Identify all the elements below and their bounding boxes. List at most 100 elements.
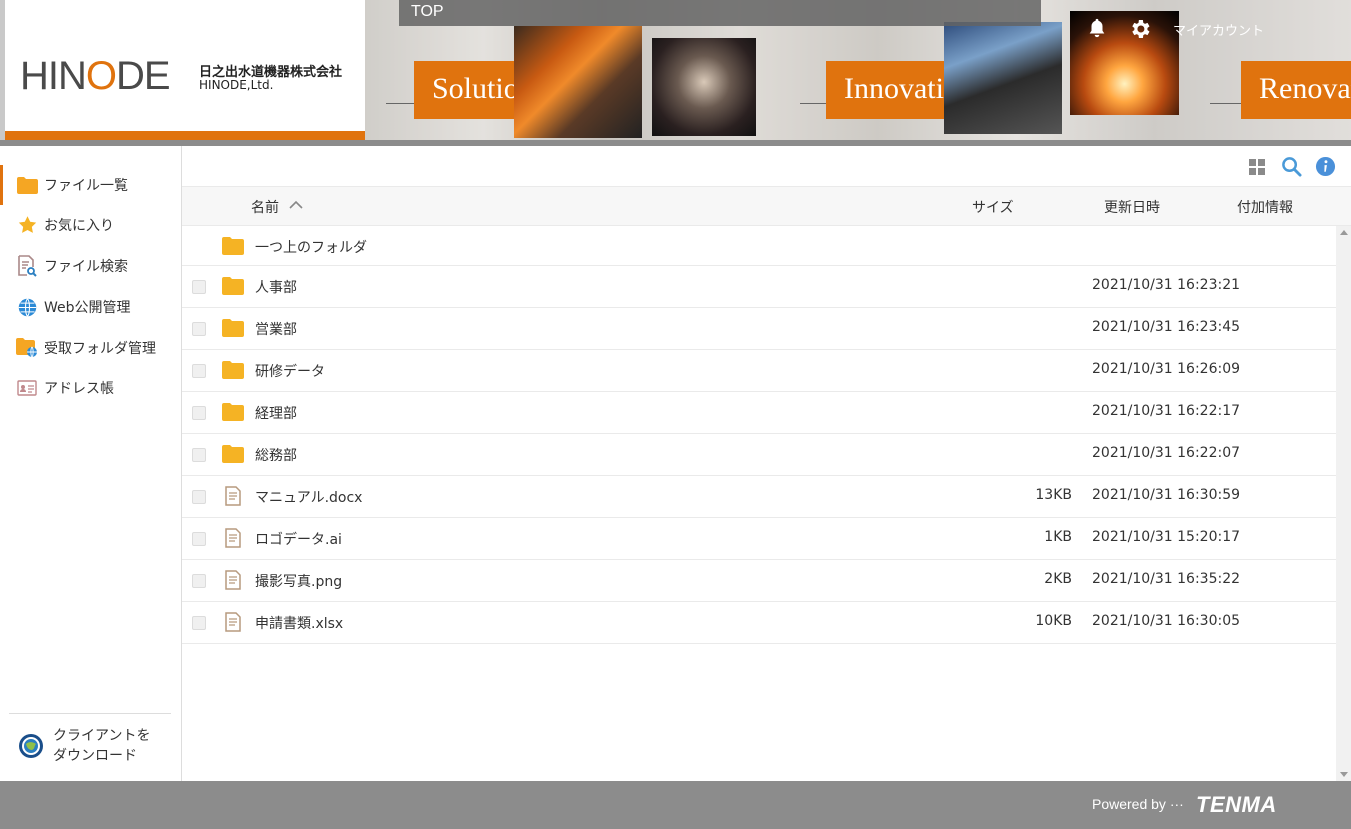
banner-tag-solution: Solution <box>414 61 514 119</box>
file-name[interactable]: マニュアル.docx <box>255 487 362 507</box>
sidebar: ファイル一覧 お気に入り ファイル検索 Web公開管理 受取フォルダ管理 アドレ… <box>0 146 182 781</box>
logo-accent-letter: O <box>85 54 117 98</box>
column-header-extra[interactable]: 付加情報 <box>1237 197 1293 217</box>
document-icon <box>225 612 241 632</box>
column-header-size[interactable]: サイズ <box>972 197 1014 217</box>
document-icon <box>225 570 241 590</box>
file-name[interactable]: 総務部 <box>255 445 297 465</box>
folder-icon <box>16 174 38 196</box>
row-checkbox[interactable] <box>192 616 206 630</box>
sidebar-item-label: Web公開管理 <box>44 300 131 316</box>
sort-ascending-icon[interactable] <box>289 200 303 210</box>
table-row[interactable]: 経理部 2021/10/31 16:22:17 <box>182 392 1336 434</box>
row-checkbox[interactable] <box>192 406 206 420</box>
folder-icon <box>222 237 244 255</box>
sidebar-item-receive-folder[interactable]: 受取フォルダ管理 <box>0 328 181 368</box>
sidebar-item-label: お気に入り <box>44 218 114 234</box>
file-modified: 2021/10/31 16:26:09 <box>1092 361 1241 377</box>
folder-icon <box>222 319 244 337</box>
main-panel: 名前 サイズ 更新日時 付加情報 一つ上のフォルダ 人事部 2021/10/31… <box>182 146 1351 781</box>
file-modified: 2021/10/31 16:30:05 <box>1092 613 1241 629</box>
bell-icon[interactable] <box>1086 17 1108 39</box>
table-row[interactable]: 営業部 2021/10/31 16:23:45 <box>182 308 1336 350</box>
row-checkbox[interactable] <box>192 448 206 462</box>
tenma-logo: TENMA <box>1196 792 1277 817</box>
search-icon[interactable] <box>1281 156 1302 177</box>
row-checkbox[interactable] <box>192 490 206 504</box>
file-modified: 2021/10/31 16:23:21 <box>1092 277 1241 293</box>
file-search-icon <box>16 255 38 277</box>
powered-by-text: Powered by ··· <box>1092 796 1184 812</box>
banner-photo-machinery <box>514 26 642 138</box>
top-bar[interactable]: TOP <box>399 0 1041 26</box>
column-header-name[interactable]: 名前 <box>251 197 279 217</box>
document-icon <box>225 486 241 506</box>
sidebar-item-label: 受取フォルダ管理 <box>44 341 156 357</box>
table-row[interactable]: 総務部 2021/10/31 16:22:07 <box>182 434 1336 476</box>
table-row[interactable]: 申請書類.xlsx 10KB 2021/10/31 16:30:05 <box>182 602 1336 644</box>
file-list: 一つ上のフォルダ 人事部 2021/10/31 16:23:21 営業部 202… <box>182 226 1336 781</box>
logo[interactable]: HINODE 日之出水道機器株式会社 HINODE,Ltd. <box>5 0 365 140</box>
vertical-scrollbar[interactable] <box>1336 226 1351 781</box>
file-name[interactable]: 撮影写真.png <box>255 571 342 591</box>
file-modified: 2021/10/31 16:35:22 <box>1092 571 1241 587</box>
folder-icon <box>222 445 244 463</box>
parent-folder-row[interactable]: 一つ上のフォルダ <box>182 226 1336 266</box>
info-icon[interactable] <box>1315 156 1336 177</box>
table-row[interactable]: 撮影写真.png 2KB 2021/10/31 16:35:22 <box>182 560 1336 602</box>
company-name-en: HINODE,Ltd. <box>199 78 274 92</box>
file-name[interactable]: 人事部 <box>255 277 297 297</box>
file-modified: 2021/10/31 16:30:59 <box>1092 487 1241 503</box>
grid-view-icon[interactable] <box>1248 158 1266 176</box>
table-header: 名前 サイズ 更新日時 付加情報 <box>182 186 1351 226</box>
sidebar-item-web-publish[interactable]: Web公開管理 <box>0 287 181 327</box>
table-row[interactable]: ロゴデータ.ai 1KB 2021/10/31 15:20:17 <box>182 518 1336 560</box>
logo-text: HINODE <box>20 54 171 98</box>
row-checkbox[interactable] <box>192 364 206 378</box>
sidebar-item-favorites[interactable]: お気に入り <box>0 205 181 245</box>
file-name[interactable]: 研修データ <box>255 361 325 381</box>
banner-tag-renovation: Renovat <box>1241 61 1351 119</box>
scroll-up-arrow-icon[interactable] <box>1340 230 1348 235</box>
table-row[interactable]: 研修データ 2021/10/31 16:26:09 <box>182 350 1336 392</box>
row-checkbox[interactable] <box>192 322 206 336</box>
banner-photo-computer <box>944 22 1062 134</box>
header: Solution Innovation Renovat TOP マイアカウント … <box>0 0 1351 146</box>
file-name[interactable]: 経理部 <box>255 403 297 423</box>
file-modified: 2021/10/31 15:20:17 <box>1092 529 1241 545</box>
sidebar-item-address-book[interactable]: アドレス帳 <box>0 368 181 408</box>
client-app-icon <box>19 734 43 758</box>
file-name[interactable]: 申請書類.xlsx <box>255 613 343 633</box>
parent-folder-link[interactable]: 一つ上のフォルダ <box>255 237 367 257</box>
document-icon <box>225 528 241 548</box>
tag-line <box>800 103 826 104</box>
sidebar-item-label: ファイル一覧 <box>44 178 128 194</box>
table-row[interactable]: マニュアル.docx 13KB 2021/10/31 16:30:59 <box>182 476 1336 518</box>
footer: Powered by ··· TENMA <box>0 781 1351 829</box>
row-checkbox[interactable] <box>192 532 206 546</box>
table-row[interactable]: 人事部 2021/10/31 16:23:21 <box>182 266 1336 308</box>
client-download-label: クライアントを ダウンロード <box>53 728 151 764</box>
row-checkbox[interactable] <box>192 280 206 294</box>
tag-line <box>1210 103 1241 104</box>
logo-wordmark: HINODE <box>20 54 171 99</box>
file-size: 13KB <box>1035 487 1072 503</box>
row-checkbox[interactable] <box>192 574 206 588</box>
gear-icon[interactable] <box>1128 17 1152 41</box>
folder-icon <box>222 403 244 421</box>
file-size: 1KB <box>1044 529 1072 545</box>
scroll-down-arrow-icon[interactable] <box>1340 772 1348 777</box>
address-card-icon <box>16 377 38 399</box>
file-modified: 2021/10/31 16:23:45 <box>1092 319 1241 335</box>
client-download-button[interactable]: クライアントを ダウンロード <box>18 726 150 766</box>
file-name[interactable]: ロゴデータ.ai <box>255 529 342 549</box>
my-account-menu[interactable]: マイアカウント <box>1173 20 1264 39</box>
column-header-modified[interactable]: 更新日時 <box>1104 197 1160 217</box>
sidebar-item-file-search[interactable]: ファイル検索 <box>0 246 181 286</box>
sidebar-item-label: ファイル検索 <box>44 259 128 275</box>
top-link[interactable]: TOP <box>411 3 444 21</box>
file-modified: 2021/10/31 16:22:17 <box>1092 403 1241 419</box>
banner-tag-innovation: Innovation <box>826 61 944 119</box>
file-name[interactable]: 営業部 <box>255 319 297 339</box>
sidebar-item-file-list[interactable]: ファイル一覧 <box>0 165 181 205</box>
